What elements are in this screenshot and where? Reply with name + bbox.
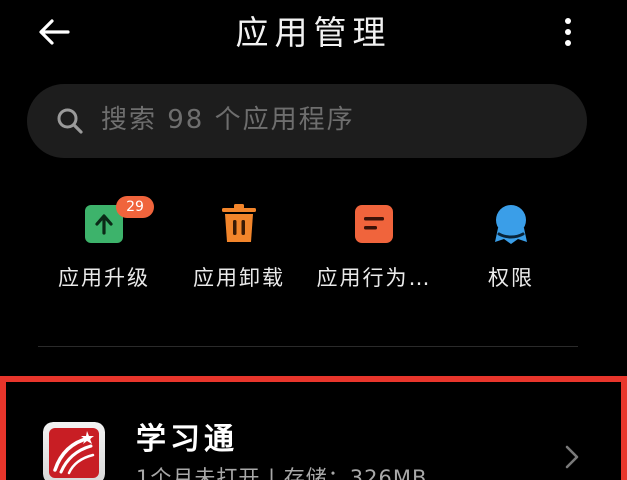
app-name: 学习通	[136, 422, 238, 457]
quick-action-label: 应用行为…	[316, 266, 432, 290]
divider	[38, 346, 578, 347]
header: 应用管理	[0, 0, 627, 60]
behavior-icon	[355, 205, 393, 243]
app-usage-info: 1个月未打开 | 存储：326MB	[136, 466, 428, 480]
search-input[interactable]	[101, 100, 561, 140]
app-management-screen: 应用管理 29 应用升级	[0, 0, 627, 480]
permission-icon	[495, 205, 527, 244]
quick-actions: 29 应用升级 应用卸载 应用行为… 权限	[0, 190, 627, 300]
quick-action-upgrade[interactable]: 29 应用升级	[39, 190, 169, 300]
search-bar[interactable]	[27, 84, 587, 158]
quick-action-label: 权限	[488, 266, 534, 290]
chevron-right-icon	[565, 445, 579, 469]
trash-icon	[222, 204, 256, 242]
quick-action-behavior[interactable]: 应用行为…	[309, 190, 439, 300]
upgrade-count-badge: 29	[116, 196, 154, 218]
quick-action-label: 应用卸载	[193, 266, 285, 290]
quick-action-label: 应用升级	[58, 266, 150, 290]
quick-action-permission[interactable]: 权限	[446, 190, 576, 300]
more-options-button[interactable]	[556, 12, 580, 52]
more-vertical-icon	[565, 18, 571, 46]
xuexitong-app-icon	[43, 422, 105, 480]
app-list-item[interactable]: 学习通 1个月未打开 | 存储：326MB	[0, 376, 627, 480]
page-title: 应用管理	[235, 13, 392, 52]
quick-action-uninstall[interactable]: 应用卸载	[174, 190, 304, 300]
search-icon	[57, 108, 83, 134]
